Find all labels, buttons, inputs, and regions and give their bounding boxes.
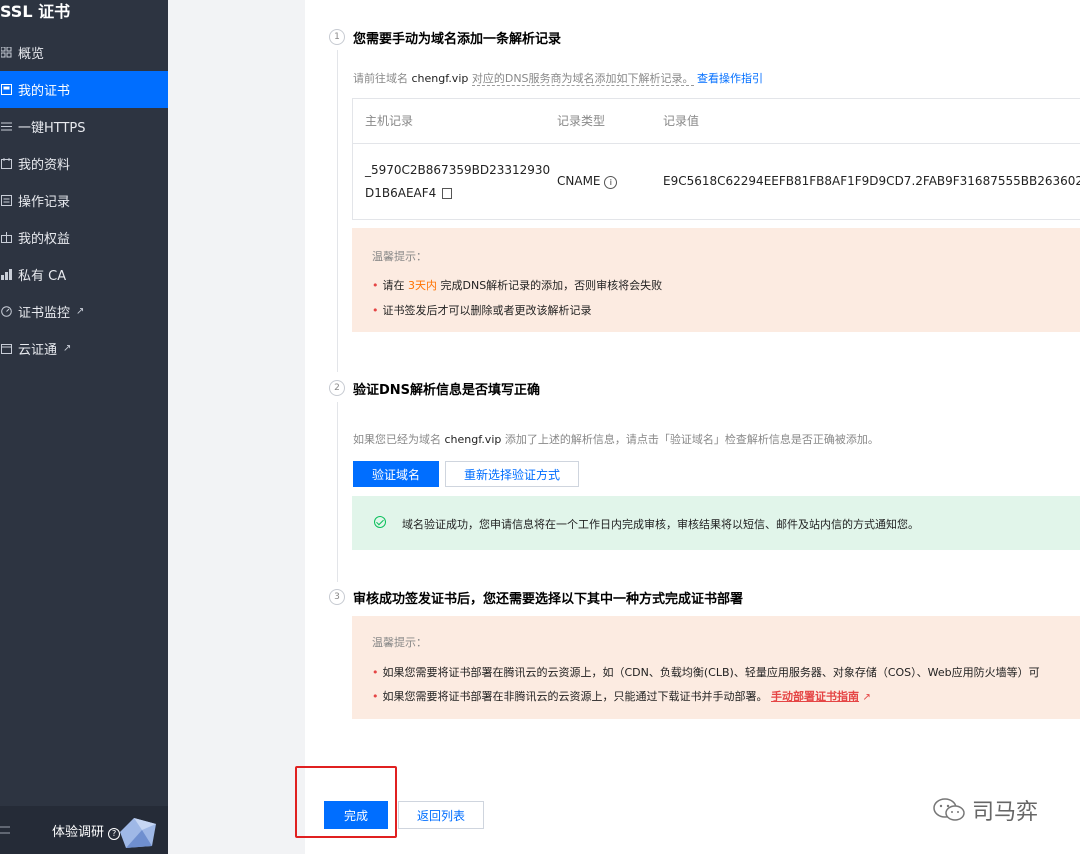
step-2-title: 验证DNS解析信息是否填写正确 bbox=[353, 383, 541, 398]
sidebar: SSL 证书 概览 我的证书 一键HTTPS 我的资料 操作记录 我的权益 私有… bbox=[0, 0, 168, 854]
header-value: 记录值 bbox=[663, 114, 700, 128]
sidebar-item-label: 概览 bbox=[18, 47, 45, 62]
sidebar-item-label: 一键HTTPS bbox=[18, 121, 86, 136]
survey-entry[interactable]: 体验调研 ? bbox=[0, 806, 168, 854]
sidebar-item-my-profile[interactable]: 我的资料 bbox=[0, 145, 168, 182]
sidebar-item-label: 我的资料 bbox=[18, 158, 71, 173]
host-record-line2: D1B6AEAF4 bbox=[365, 186, 453, 200]
certificate-icon bbox=[0, 84, 12, 96]
survey-label: 体验调研 ? bbox=[52, 821, 121, 840]
reselect-method-button[interactable]: 重新选择验证方式 bbox=[445, 461, 579, 487]
dashboard-icon bbox=[0, 47, 12, 59]
sidebar-item-cert-monitor[interactable]: 证书监控 ↗ bbox=[0, 293, 168, 330]
sidebar-item-label: 私有 CA bbox=[18, 269, 67, 284]
header-host: 主机记录 bbox=[365, 114, 414, 128]
header-type: 记录类型 bbox=[557, 114, 606, 128]
sidebar-item-cloud-cert[interactable]: 云证通 ↗ bbox=[0, 330, 168, 367]
sidebar-item-label: 我的权益 bbox=[18, 232, 71, 247]
verify-domain-button[interactable]: 验证域名 bbox=[353, 461, 439, 487]
step-3-number: 3 bbox=[329, 589, 345, 605]
benefits-icon bbox=[0, 232, 12, 244]
step-1-title: 您需要手动为域名添加一条解析记录 bbox=[353, 32, 562, 47]
domain-name: chengf.vip bbox=[411, 72, 469, 85]
notice-title: 温馨提示： bbox=[372, 250, 427, 263]
notice-bullet-1: • 请在 3天内 完成DNS解析记录的添加，否则审核将会失败 bbox=[372, 279, 663, 292]
sidebar-item-label: 云证通 bbox=[18, 343, 58, 358]
sidebar-item-my-certificates[interactable]: 我的证书 bbox=[0, 71, 168, 108]
step-2-description: 如果您已经为域名 chengf.vip 添加了上述的解析信息，请点击「验证域名」… bbox=[353, 433, 879, 446]
cloud-cert-icon bbox=[0, 343, 12, 355]
notice-bullet-2: • 证书签发后才可以删除或者更改该解析记录 bbox=[372, 304, 592, 317]
sidebar-item-label: 操作记录 bbox=[18, 195, 71, 210]
sidebar-item-overview[interactable]: 概览 bbox=[0, 34, 168, 71]
warning-notice-2: 温馨提示： • 如果您需要将证书部署在腾讯云的云资源上，如（CDN、负载均衡(CL… bbox=[352, 616, 1080, 719]
survey-illustration-icon bbox=[120, 818, 156, 848]
wechat-icon bbox=[933, 798, 965, 821]
log-icon bbox=[0, 195, 12, 207]
profile-icon bbox=[0, 158, 12, 170]
highlight-box bbox=[295, 766, 397, 838]
watermark-text: 司马弈 bbox=[972, 800, 1039, 825]
step-1-number: 1 bbox=[329, 29, 345, 45]
menu-toggle-icon[interactable] bbox=[0, 824, 10, 838]
sidebar-item-label: 我的证书 bbox=[18, 84, 71, 99]
host-record-line1: _5970C2B867359BD23312930 bbox=[365, 163, 551, 177]
monitor-icon bbox=[0, 306, 12, 318]
check-circle-icon bbox=[374, 516, 386, 528]
step-1-description: 请前往域名 chengf.vip 对应的DNS服务商为域名添加如下解析记录。 查… bbox=[353, 72, 764, 86]
success-message: 域名验证成功，您申请信息将在一个工作日内完成审核，审核结果将以短信、邮件及站内信… bbox=[402, 518, 919, 531]
table-header bbox=[353, 99, 1080, 144]
back-to-list-button[interactable]: 返回列表 bbox=[398, 801, 484, 829]
notice-bullet-1: • 如果您需要将证书部署在腾讯云的云资源上，如（CDN、负载均衡(CLB)、轻量应… bbox=[372, 666, 1040, 679]
sidebar-item-operation-log[interactable]: 操作记录 bbox=[0, 182, 168, 219]
sidebar-item-my-benefits[interactable]: 我的权益 bbox=[0, 219, 168, 256]
copy-icon[interactable] bbox=[442, 188, 453, 199]
sidebar-item-one-click-https[interactable]: 一键HTTPS bbox=[0, 108, 168, 145]
info-icon[interactable]: i bbox=[604, 176, 618, 189]
dns-record-table: 主机记录 记录类型 记录值 _5970C2B867359BD23312930 D… bbox=[352, 98, 1080, 220]
brand-title: SSL 证书 bbox=[0, 2, 71, 21]
notice-title: 温馨提示： bbox=[372, 636, 427, 649]
sidebar-item-private-ca[interactable]: 私有 CA bbox=[0, 256, 168, 293]
warning-notice-1: 温馨提示： • 请在 3天内 完成DNS解析记录的添加，否则审核将会失败 • 证书签… bbox=[352, 228, 1080, 332]
manual-deploy-guide-link[interactable]: 手动部署证书指南 bbox=[771, 690, 859, 703]
ca-icon bbox=[0, 269, 12, 281]
notice-bullet-2: • 如果您需要将证书部署在非腾讯云的云资源上，只能通过下载证书并手动部署。 手动部… bbox=[372, 690, 871, 703]
step-2-number: 2 bbox=[329, 380, 345, 396]
external-link-icon: ↗ bbox=[76, 306, 85, 317]
guide-link[interactable]: 查看操作指引 bbox=[697, 72, 763, 85]
success-alert: 域名验证成功，您申请信息将在一个工作日内完成审核，审核结果将以短信、邮件及站内信… bbox=[352, 496, 1080, 550]
content-gutter bbox=[168, 0, 305, 854]
sidebar-item-label: 证书监控 bbox=[18, 306, 71, 321]
step-connector bbox=[337, 50, 338, 372]
external-link-icon: ↗ bbox=[862, 692, 871, 703]
record-value: E9C5618C62294EEFB81FB8AF1F9D9CD7.2FAB9F3… bbox=[663, 174, 1080, 188]
external-link-icon: ↗ bbox=[63, 343, 72, 354]
watermark: 司马弈 bbox=[932, 794, 1038, 826]
https-icon bbox=[0, 121, 12, 133]
step-3-title: 审核成功签发证书后，您还需要选择以下其中一种方式完成证书部署 bbox=[353, 592, 744, 607]
record-type: CNAME i bbox=[557, 174, 618, 189]
step-connector bbox=[337, 402, 338, 582]
